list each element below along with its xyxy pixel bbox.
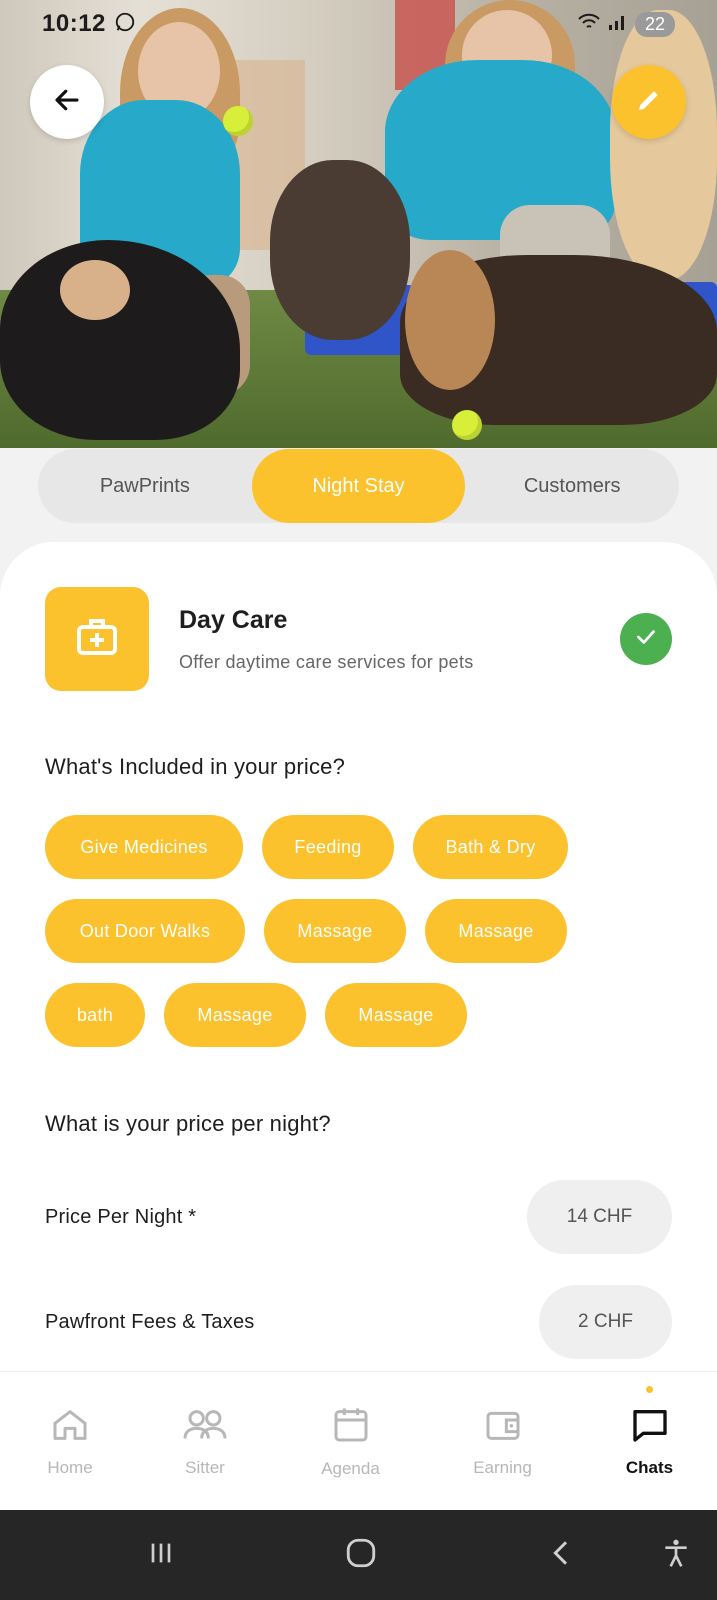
wallet-icon [483,1405,523,1450]
bottom-navigation: Home Sitter Agenda Earning Chats [0,1372,717,1510]
system-navigation-bar [0,1510,717,1600]
service-card: Day Care Offer daytime care services for… [0,542,717,1372]
tab-pawprints[interactable]: PawPrints [38,449,252,523]
signal-icon [607,12,629,37]
recent-apps-icon [145,1537,177,1574]
fees-taxes-value: 2 CHF [539,1285,672,1359]
chevron-left-icon [546,1537,578,1574]
tab-night-stay[interactable]: Night Stay [251,449,466,523]
nav-home-label: Home [47,1457,93,1477]
chip-massage[interactable]: Massage [264,899,406,963]
nav-earning-label: Earning [473,1457,532,1477]
status-time: 10:12 [42,10,106,37]
pricing-heading: What is your price per night? [45,1111,331,1136]
chip-feeding[interactable]: Feeding [262,815,394,879]
nav-agenda-label: Agenda [321,1458,380,1478]
price-per-night-field[interactable]: 14 CHF [527,1180,672,1254]
calendar-icon [331,1404,371,1451]
nav-agenda[interactable]: Agenda [308,1372,393,1510]
whatsapp-icon [114,11,136,38]
edit-button[interactable] [612,65,686,139]
accessibility-icon [660,1537,692,1574]
chip-give-medicines[interactable]: Give Medicines [45,815,243,879]
chip-bath-dry[interactable]: Bath & Dry [413,815,568,879]
chip-massage[interactable]: Massage [164,983,306,1047]
people-icon [183,1405,227,1450]
back-button[interactable] [30,65,104,139]
wifi-icon [577,12,601,37]
segmented-tabs: PawPrints Night Stay Customers [38,449,679,523]
nav-chats[interactable]: Chats [612,1372,687,1510]
service-description: Offer daytime care services for pets [179,652,474,672]
nav-chats-label: Chats [625,1457,674,1477]
home-icon [50,1405,90,1450]
chat-icon [629,1405,671,1450]
back-system-button[interactable] [542,1535,582,1575]
accessibility-button[interactable] [656,1535,696,1575]
tab-customers[interactable]: Customers [465,449,679,523]
chip-massage[interactable]: Massage [425,899,567,963]
chip-bath[interactable]: bath [45,983,145,1047]
nav-earning[interactable]: Earning [460,1372,545,1510]
fees-taxes-label: Pawfront Fees & Taxes [45,1311,255,1333]
home-circle-icon [344,1536,378,1575]
service-enabled-toggle[interactable] [620,613,672,665]
nav-sitter-label: Sitter [185,1457,225,1477]
hero-image [0,0,717,448]
nav-home[interactable]: Home [30,1372,110,1510]
check-icon [633,624,659,655]
status-bar: 10:12 22 [0,0,717,48]
nav-sitter[interactable]: Sitter [165,1372,245,1510]
arrow-left-icon [52,85,82,120]
unread-dot [646,1386,653,1393]
battery-indicator: 22 [634,11,675,37]
pencil-icon [634,85,664,120]
included-heading: What's Included in your price? [45,754,346,779]
price-per-night-label: Price Per Night * [45,1206,197,1228]
first-aid-kit-icon [73,613,121,666]
chip-massage[interactable]: Massage [325,983,467,1047]
home-system-button[interactable] [341,1535,381,1575]
service-title: Day Care [179,606,288,634]
recent-apps-button[interactable] [141,1535,181,1575]
service-icon-tile [45,587,149,691]
chip-out-door-walks[interactable]: Out Door Walks [45,899,245,963]
